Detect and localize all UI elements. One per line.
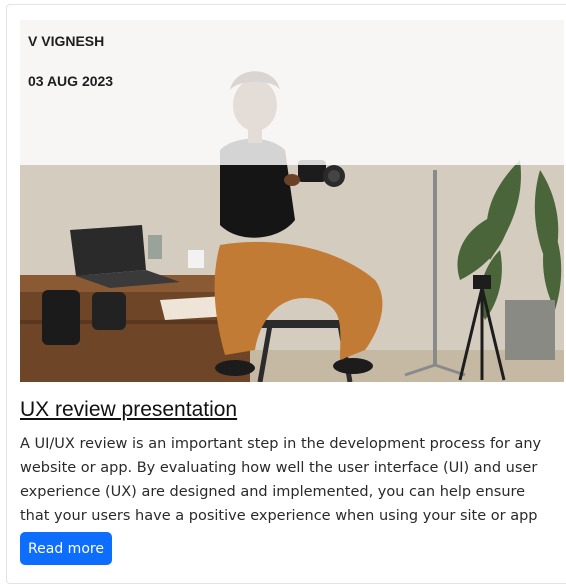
post-title-link[interactable]: UX review presentation [20, 398, 237, 422]
post-description: A UI/UX review is an important step in t… [20, 436, 542, 524]
read-more-button[interactable]: Read more [20, 532, 112, 565]
author-name: V VIGNESH [28, 33, 105, 49]
post-date: 03 AUG 2023 [28, 73, 114, 89]
